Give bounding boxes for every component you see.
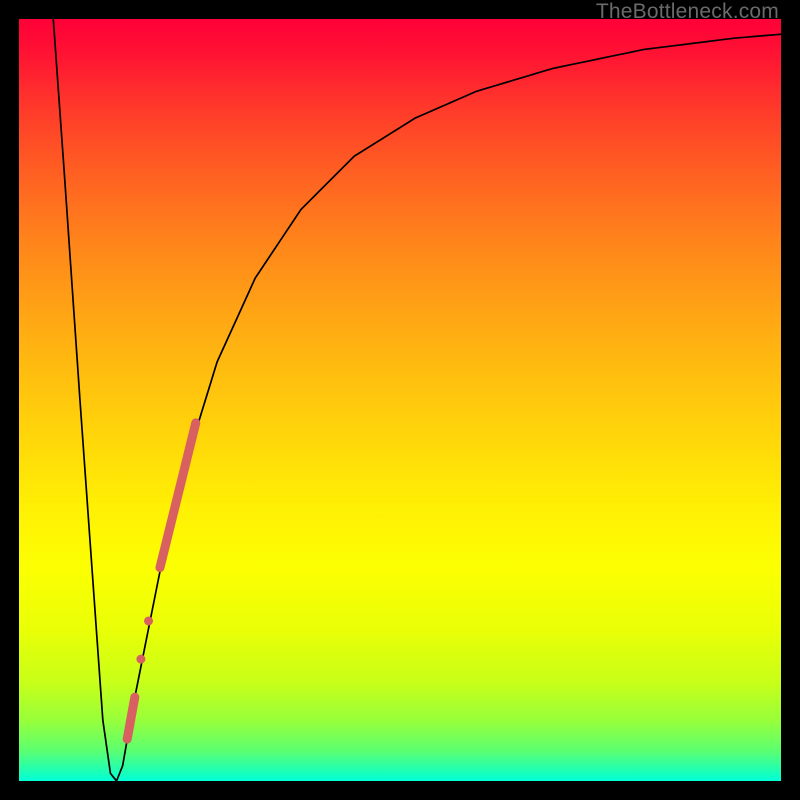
highlight-segment-lower xyxy=(127,697,135,739)
bottleneck-curve xyxy=(53,19,781,781)
highlight-dot-1 xyxy=(136,655,145,664)
plot-area xyxy=(19,19,781,781)
chart-frame: TheBottleneck.com xyxy=(0,0,800,800)
chart-svg xyxy=(19,19,781,781)
watermark-text: TheBottleneck.com xyxy=(596,0,779,24)
highlight-segment-upper xyxy=(160,423,196,568)
highlight-dot-2 xyxy=(144,616,153,625)
